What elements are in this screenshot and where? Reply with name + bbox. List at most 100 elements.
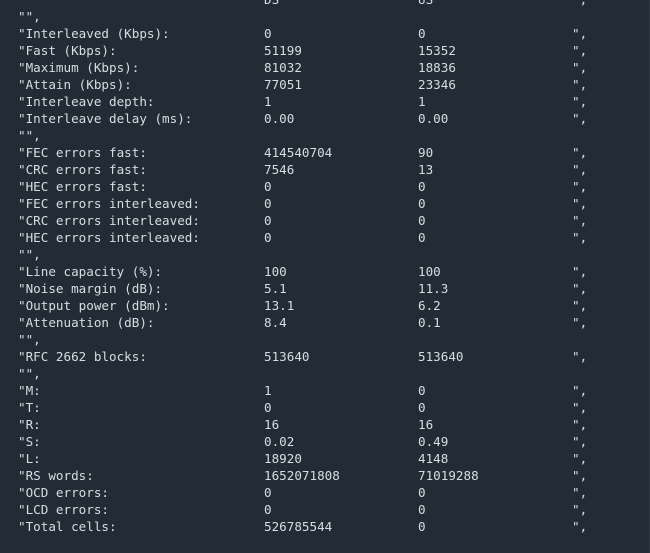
line-terminator: ", — [572, 417, 588, 432]
stat-label: "Maximum (Kbps): — [18, 60, 140, 75]
upstream-value: 513640 — [418, 349, 464, 364]
stat-label: "Interleave depth: — [18, 94, 155, 109]
downstream-value: 0 — [264, 179, 272, 194]
line-terminator: ", — [572, 468, 588, 483]
downstream-value: 0 — [264, 502, 272, 517]
output-line: "Total cells: 526785544 0 ", — [0, 518, 649, 535]
line-terminator: ", — [572, 315, 588, 330]
downstream-value: 1652071808 — [264, 468, 340, 483]
stat-label: "R: — [18, 417, 41, 432]
upstream-value: 0.00 — [418, 111, 449, 126]
line-terminator: ", — [572, 196, 588, 211]
line-terminator: ", — [572, 43, 588, 58]
output-line: "", — [0, 246, 649, 263]
stat-label: "T: — [18, 400, 41, 415]
upstream-value: 23346 — [418, 77, 456, 92]
stat-label: "M: — [18, 383, 41, 398]
output-line: "Fast (Kbps): 51199 15352 ", — [0, 42, 649, 59]
downstream-value: 51199 — [264, 43, 302, 58]
upstream-value: 18836 — [418, 60, 456, 75]
downstream-value: 0 — [264, 230, 272, 245]
line-terminator: ", — [572, 485, 588, 500]
upstream-value: 71019288 — [418, 468, 479, 483]
stat-label: "", — [18, 9, 41, 24]
line-terminator: ", — [572, 434, 588, 449]
stat-label: "CRC errors interleaved: — [18, 213, 200, 228]
upstream-value: 11.3 — [418, 281, 449, 296]
output-line: "", — [0, 365, 649, 382]
output-line: "", — [0, 8, 649, 25]
output-line: "Attenuation (dB): 8.4 0.1 ", — [0, 314, 649, 331]
downstream-value: 526785544 — [264, 519, 333, 534]
upstream-value: 0 — [418, 26, 426, 41]
output-line: DS US ", — [0, 0, 649, 8]
upstream-value: 0 — [418, 230, 426, 245]
downstream-value: 16 — [264, 417, 280, 432]
upstream-value: 16 — [418, 417, 434, 432]
downstream-value: 414540704 — [264, 145, 333, 160]
output-line: "Interleave delay (ms): 0.00 0.00 ", — [0, 110, 649, 127]
output-line: "LCD errors: 0 0 ", — [0, 501, 649, 518]
output-line: "CRC errors interleaved: 0 0 ", — [0, 212, 649, 229]
line-terminator: ", — [572, 26, 588, 41]
output-line: "Maximum (Kbps): 81032 18836 ", — [0, 59, 649, 76]
line-terminator: ", — [572, 383, 588, 398]
line-terminator: ", — [572, 0, 587, 8]
downstream-value: 513640 — [264, 349, 310, 364]
downstream-value: 0 — [264, 400, 272, 415]
stat-label: "S: — [18, 434, 41, 449]
line-terminator: ", — [572, 400, 588, 415]
output-lines: DSUS","","Interleaved (Kbps):00","Fast (… — [0, 0, 649, 535]
downstream-value: DS — [264, 0, 279, 8]
line-terminator: ", — [572, 60, 588, 75]
stat-label: "HEC errors interleaved: — [18, 230, 200, 245]
output-line: "Interleave depth: 1 1 ", — [0, 93, 649, 110]
output-line: "Noise margin (dB): 5.1 11.3 ", — [0, 280, 649, 297]
stat-label: "Line capacity (%): — [18, 264, 163, 279]
stat-label: "Interleaved (Kbps): — [18, 26, 170, 41]
output-line: "HEC errors fast: 0 0 ", — [0, 178, 649, 195]
downstream-value: 0 — [264, 196, 272, 211]
downstream-value: 1 — [264, 383, 272, 398]
line-terminator: ", — [572, 349, 588, 364]
upstream-value: 90 — [418, 145, 434, 160]
downstream-value: 77051 — [264, 77, 302, 92]
stat-label: "", — [18, 128, 41, 143]
downstream-value: 0.02 — [264, 434, 295, 449]
stat-label: "RFC 2662 blocks: — [18, 349, 147, 364]
line-terminator: ", — [572, 179, 588, 194]
upstream-value: 6.2 — [418, 298, 441, 313]
output-line: "T: 0 0 ", — [0, 399, 649, 416]
output-line: "Interleaved (Kbps): 0 0 ", — [0, 25, 649, 42]
line-terminator: ", — [572, 77, 588, 92]
downstream-value: 13.1 — [264, 298, 295, 313]
line-terminator: ", — [572, 230, 588, 245]
output-line: "RFC 2662 blocks: 513640 513640 ", — [0, 348, 649, 365]
output-line: "HEC errors interleaved: 0 0 ", — [0, 229, 649, 246]
stat-label: "FEC errors fast: — [18, 145, 147, 160]
output-line: "FEC errors interleaved: 0 0 ", — [0, 195, 649, 212]
downstream-value: 81032 — [264, 60, 302, 75]
downstream-value: 1 — [264, 94, 272, 109]
upstream-value: 0 — [418, 400, 426, 415]
downstream-value: 0 — [264, 485, 272, 500]
upstream-value: 100 — [418, 264, 441, 279]
output-line: "OCD errors: 0 0 ", — [0, 484, 649, 501]
output-line: "CRC errors fast: 7546 13 ", — [0, 161, 649, 178]
downstream-value: 0 — [264, 213, 272, 228]
stat-label: "Noise margin (dB): — [18, 281, 163, 296]
downstream-value: 0 — [264, 26, 272, 41]
stat-label: "CRC errors fast: — [18, 162, 147, 177]
output-line: "L: 18920 4148 ", — [0, 450, 649, 467]
output-line: "Attain (Kbps): 77051 23346 ", — [0, 76, 649, 93]
line-terminator: ", — [572, 94, 588, 109]
stat-label: "", — [18, 332, 41, 347]
upstream-value: US — [418, 0, 433, 8]
output-line: "", — [0, 127, 649, 144]
upstream-value: 1 — [418, 94, 426, 109]
stat-label: "Fast (Kbps): — [18, 43, 117, 58]
upstream-value: 15352 — [418, 43, 456, 58]
line-terminator: ", — [572, 298, 588, 313]
terminal-output[interactable]: DSUS","","Interleaved (Kbps):00","Fast (… — [0, 0, 650, 553]
upstream-value: 0.1 — [418, 315, 441, 330]
